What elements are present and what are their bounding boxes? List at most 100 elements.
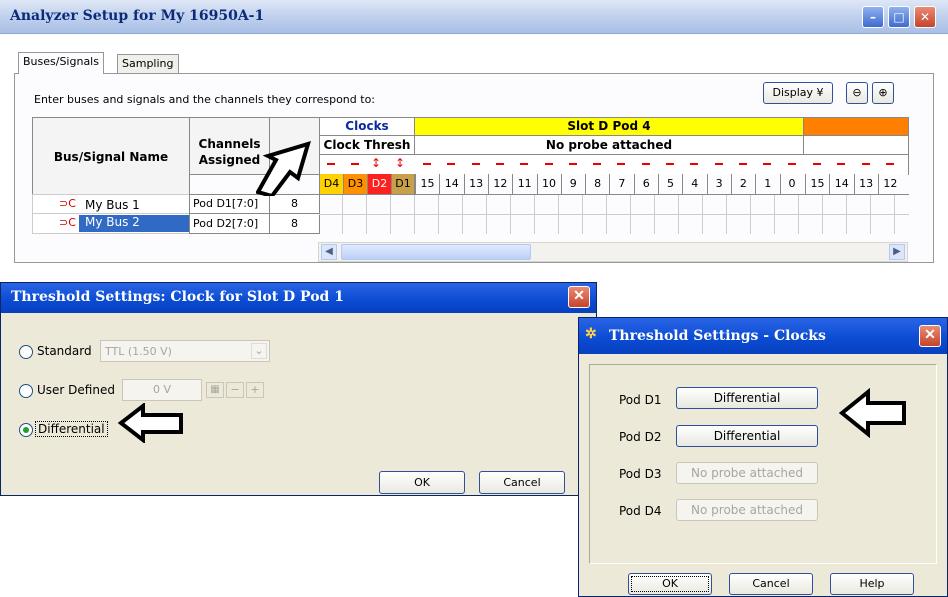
width-cell: 8: [269, 213, 320, 234]
main-window-title: Analyzer Setup for My 16950A-1: [10, 8, 265, 24]
slot-pod-header: Slot D Pod 4: [414, 117, 804, 136]
edge-dash-icon: [885, 163, 894, 165]
ok-button[interactable]: OK: [379, 471, 465, 494]
pod-d1-button[interactable]: Differential: [676, 387, 818, 409]
pod-d3-button: No probe attached: [676, 462, 818, 484]
help-button[interactable]: Help: [830, 573, 914, 595]
channel-number: 12: [487, 174, 512, 194]
pod-label: Pod D2: [619, 430, 662, 444]
edge-dash-icon: [861, 163, 870, 165]
channel-number: 13: [463, 174, 488, 194]
channel-number: 7: [609, 174, 633, 194]
bus-name-selected[interactable]: My Bus 2: [79, 215, 189, 232]
no-probe-header: No probe attached: [414, 135, 804, 155]
channel-grid: [319, 194, 909, 234]
width-cell: 8: [269, 194, 320, 214]
horizontal-scrollbar[interactable]: ◀ ▶: [318, 242, 908, 262]
cancel-button[interactable]: Cancel: [729, 573, 813, 595]
channels-cell[interactable]: Pod D1[7:0]: [189, 194, 270, 214]
pod-label: Pod D4: [619, 504, 662, 518]
differential-radio[interactable]: [19, 423, 33, 437]
edge-dash-icon: [787, 163, 796, 165]
scroll-left-icon[interactable]: ◀: [321, 244, 337, 260]
clock-thresh-header: Clock Thresh: [319, 135, 415, 155]
edge-dash-icon: [666, 163, 674, 165]
edge-dash-icon: [813, 163, 821, 165]
channel-number: 12: [877, 174, 902, 194]
minimize-icon[interactable]: –: [862, 6, 884, 28]
channel-number: 11: [512, 174, 536, 194]
edge-dash-icon: [471, 163, 480, 165]
standard-label: Standard: [37, 344, 92, 358]
edge-dash-icon: [763, 163, 772, 165]
tab-buses-signals[interactable]: Buses/Signals: [18, 52, 104, 74]
dialog-titlebar: Threshold Settings: Clock for Slot D Pod…: [1, 283, 596, 313]
close-icon[interactable]: ✕: [568, 286, 590, 308]
bus-name: My Bus 1: [85, 198, 140, 212]
edge-dash-icon: [423, 163, 431, 165]
bus-signal-name-header: Bus/Signal Name: [32, 117, 190, 195]
edge-dash-icon: [495, 163, 504, 165]
pod-label: Pod D3: [619, 467, 662, 481]
bus-icon: ⊃C: [59, 216, 76, 229]
channel-number: 14: [439, 174, 463, 194]
increment-icon[interactable]: +: [246, 382, 264, 398]
scroll-thumb[interactable]: [341, 244, 531, 260]
clocks-header: Clocks: [319, 117, 415, 136]
channel-number: 5: [658, 174, 682, 194]
standard-radio[interactable]: [19, 345, 33, 359]
channel-number: 8: [585, 174, 609, 194]
table-row[interactable]: ⊃C My Bus 1: [32, 194, 190, 214]
decrement-icon[interactable]: −: [226, 382, 244, 398]
edge-dash-icon: [568, 163, 577, 165]
keypad-icon[interactable]: ▦: [206, 382, 224, 398]
display-button[interactable]: Display ¥: [763, 82, 833, 104]
close-icon[interactable]: ✕: [919, 325, 941, 347]
dialog-title: Threshold Settings: Clock for Slot D Pod…: [11, 289, 344, 305]
channel-number: 0: [779, 174, 804, 194]
dialog-titlebar: ✲ Threshold Settings - Clocks ✕: [579, 318, 947, 354]
chevron-down-icon: ⌄: [251, 343, 267, 359]
edge-dash-icon: [714, 163, 723, 165]
channel-number: 3: [706, 174, 731, 194]
pod-label: Pod D1: [619, 393, 662, 407]
main-window-titlebar: Analyzer Setup for My 16950A-1 – □ ✕: [0, 0, 948, 34]
clock-channel-d4: D4: [319, 174, 343, 194]
channels-cell[interactable]: Pod D2[7:0]: [189, 213, 270, 234]
edge-dash-icon: [544, 163, 553, 165]
cancel-button[interactable]: Cancel: [479, 471, 565, 494]
channel-number: 9: [560, 174, 585, 194]
edge-dash-icon: [327, 163, 335, 165]
pod-d2-button[interactable]: Differential: [676, 425, 818, 447]
threshold-dialog-clocks: ✲ Threshold Settings - Clocks ✕: [578, 317, 948, 597]
table-row[interactable]: ⊃C My Bus 2: [32, 213, 190, 234]
pod-d4-button: No probe attached: [676, 499, 818, 521]
channel-number: 6: [633, 174, 658, 194]
next-pod-header: [803, 117, 909, 136]
user-defined-radio[interactable]: [19, 384, 33, 398]
zoom-out-icon[interactable]: ⊖: [846, 82, 868, 104]
edge-dash-icon: [447, 163, 456, 165]
edge-dash-icon: [738, 163, 747, 165]
scroll-right-icon[interactable]: ▶: [889, 244, 905, 260]
standard-select[interactable]: TTL (1.50 V) ⌄: [100, 340, 270, 362]
edge-dash-icon: [351, 163, 359, 165]
tab-sampling[interactable]: Sampling: [117, 54, 179, 74]
next-pod-subheader: [803, 135, 909, 155]
channel-number: 14: [829, 174, 853, 194]
close-icon[interactable]: ✕: [914, 6, 936, 28]
zoom-in-icon[interactable]: ⊕: [872, 82, 894, 104]
ok-button[interactable]: OK: [628, 573, 712, 595]
user-defined-label: User Defined: [37, 383, 115, 397]
channel-number: 4: [682, 174, 706, 194]
channel-number: 13: [853, 174, 878, 194]
dialog-title: Threshold Settings - Clocks: [609, 328, 826, 344]
threshold-dialog-pod1: Threshold Settings: Clock for Slot D Pod…: [0, 282, 597, 496]
maximize-icon[interactable]: □: [888, 6, 910, 28]
both-edges-icon: ↕: [395, 156, 406, 170]
channel-number: 2: [730, 174, 755, 194]
user-defined-input[interactable]: 0 V: [122, 379, 202, 401]
both-edges-icon: ↕: [371, 156, 382, 170]
edge-dash-icon: [593, 163, 602, 165]
channel-number: 15: [415, 174, 439, 194]
